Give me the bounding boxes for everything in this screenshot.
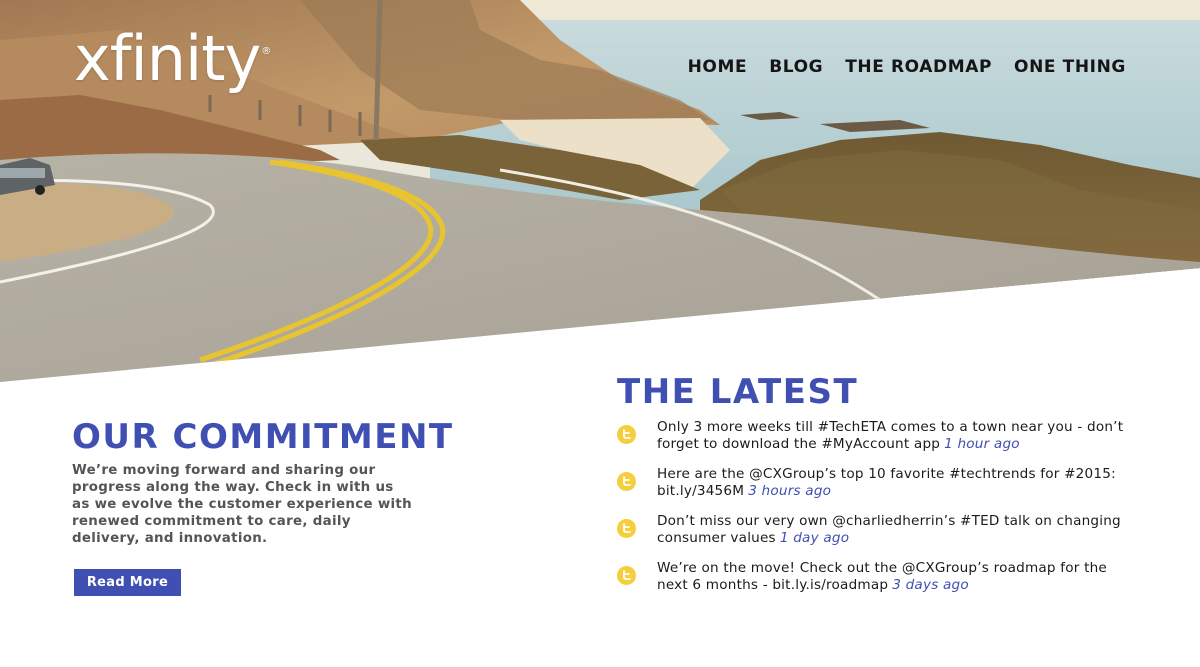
xfinity-logo[interactable]: xfinity®	[74, 28, 271, 90]
twitter-icon[interactable]	[617, 472, 636, 491]
twitter-icon[interactable]	[617, 425, 636, 444]
tweet-text: Don’t miss our very own @charliedherrin’…	[657, 513, 1121, 546]
tweet-text: Only 3 more weeks till #TechETA comes to…	[657, 419, 1124, 452]
tweet-timestamp[interactable]: 1 day ago	[780, 530, 849, 546]
nav-the-roadmap[interactable]: THE ROADMAP	[845, 57, 992, 77]
nav-blog[interactable]: BLOG	[769, 57, 823, 77]
nav-one-thing[interactable]: ONE THING	[1014, 57, 1126, 77]
latest-title: THE LATEST	[617, 372, 859, 412]
commitment-title: OUR COMMITMENT	[72, 417, 454, 457]
tweet-timestamp[interactable]: 3 hours ago	[748, 483, 831, 499]
tweet-text: We’re on the move! Check out the @CXGrou…	[657, 560, 1107, 593]
tweet-timestamp[interactable]: 1 hour ago	[944, 436, 1020, 452]
commitment-section: OUR COMMITMENT We’re moving forward and …	[72, 418, 472, 547]
registered-mark: ®	[261, 46, 271, 58]
main-nav: HOME BLOG THE ROADMAP ONE THING	[688, 57, 1126, 77]
twitter-icon[interactable]	[617, 566, 636, 585]
tweet-text: Here are the @CXGroup’s top 10 favorite …	[657, 466, 1116, 499]
read-more-button[interactable]: Read More	[74, 569, 181, 596]
twitter-icon[interactable]	[617, 519, 636, 538]
nav-home[interactable]: HOME	[688, 57, 748, 77]
logo-text: xfinity	[74, 22, 261, 95]
tweet-timestamp[interactable]: 3 days ago	[892, 577, 969, 593]
latest-section: THE LATEST Only 3 more weeks till #TechE…	[617, 372, 1157, 593]
commitment-body: We’re moving forward and sharing our pro…	[72, 463, 412, 546]
